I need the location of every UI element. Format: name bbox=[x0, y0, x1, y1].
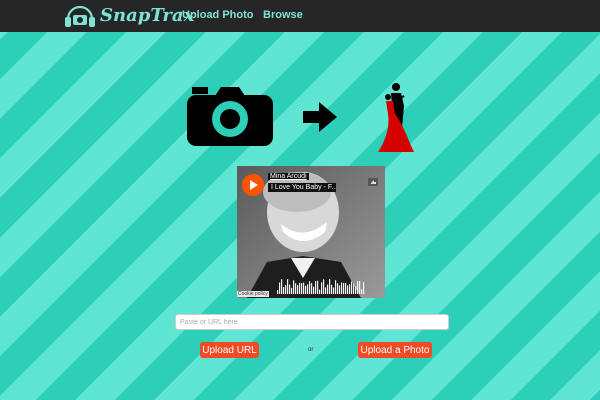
waveform-bar bbox=[315, 281, 317, 294]
waveform-bar bbox=[281, 279, 283, 294]
waveform-bar bbox=[359, 280, 361, 294]
waveform-bar bbox=[295, 283, 297, 294]
waveform-bar bbox=[339, 285, 341, 294]
waveform-bar bbox=[283, 287, 285, 294]
waveform-bar bbox=[327, 284, 329, 294]
waveform-bar bbox=[309, 281, 311, 294]
artist-name[interactable]: Mina Arcudi bbox=[268, 173, 309, 180]
waveform-bar bbox=[355, 286, 357, 294]
upload-url-button[interactable]: Upload URL bbox=[200, 342, 259, 358]
url-input[interactable] bbox=[175, 314, 449, 330]
waveform-bar bbox=[363, 282, 365, 294]
waveform-bar bbox=[349, 284, 351, 294]
waveform-bar bbox=[353, 283, 355, 294]
waveform-bar bbox=[343, 283, 345, 294]
waveform-bar bbox=[287, 279, 289, 294]
waveform-bar bbox=[325, 287, 327, 294]
nav-upload-photo[interactable]: Upload Photo bbox=[182, 9, 254, 21]
waveform-bar bbox=[307, 284, 309, 294]
waveform-bar bbox=[301, 283, 303, 294]
waveform-bar bbox=[337, 283, 339, 294]
headphones-camera-icon bbox=[65, 5, 95, 27]
nav-browse[interactable]: Browse bbox=[263, 9, 303, 21]
dancers-icon bbox=[378, 83, 414, 152]
waveform-bar bbox=[285, 284, 287, 294]
waveform-bar bbox=[345, 282, 347, 294]
or-label: or bbox=[308, 347, 314, 353]
arrow-right-icon bbox=[303, 102, 337, 132]
track-title[interactable]: I Love You Baby - F... bbox=[268, 183, 336, 192]
navbar: SnapTrax Upload Photo Browse bbox=[0, 0, 600, 32]
waveform-bar bbox=[311, 283, 313, 294]
waveform-bar bbox=[347, 285, 349, 294]
cookie-policy-link[interactable]: Cookie policy bbox=[237, 291, 269, 297]
waveform-bar bbox=[317, 280, 319, 294]
waveform[interactable] bbox=[277, 274, 367, 294]
waveform-bar bbox=[293, 280, 295, 294]
waveform-bar bbox=[305, 285, 307, 294]
waveform-bar bbox=[279, 282, 281, 294]
upload-photo-button[interactable]: Upload a Photo bbox=[358, 342, 432, 358]
waveform-bar bbox=[333, 287, 335, 294]
camera-icon bbox=[187, 87, 273, 146]
logo-text: SnapTrax bbox=[100, 5, 195, 26]
waveform-bar bbox=[321, 282, 323, 294]
waveform-bar bbox=[331, 284, 333, 294]
waveform-bar bbox=[361, 289, 363, 294]
waveform-bar bbox=[323, 279, 325, 294]
waveform-bar bbox=[291, 287, 293, 294]
waveform-bar bbox=[319, 289, 321, 294]
waveform-bar bbox=[351, 281, 353, 294]
waveform-bar bbox=[299, 282, 301, 294]
waveform-bar bbox=[335, 280, 337, 294]
waveform-bar bbox=[357, 281, 359, 294]
waveform-bar bbox=[297, 285, 299, 294]
soundcloud-player: Mina Arcudi I Love You Baby - F... bbox=[237, 166, 385, 298]
waveform-bar bbox=[329, 279, 331, 294]
waveform-bar bbox=[313, 286, 315, 294]
waveform-bar bbox=[303, 282, 305, 294]
play-button[interactable] bbox=[242, 174, 264, 196]
waveform-bar bbox=[277, 290, 279, 294]
logo[interactable]: SnapTrax bbox=[64, 3, 194, 29]
waveform-bar bbox=[341, 282, 343, 294]
share-icon[interactable] bbox=[368, 178, 378, 186]
waveform-bar bbox=[289, 284, 291, 294]
